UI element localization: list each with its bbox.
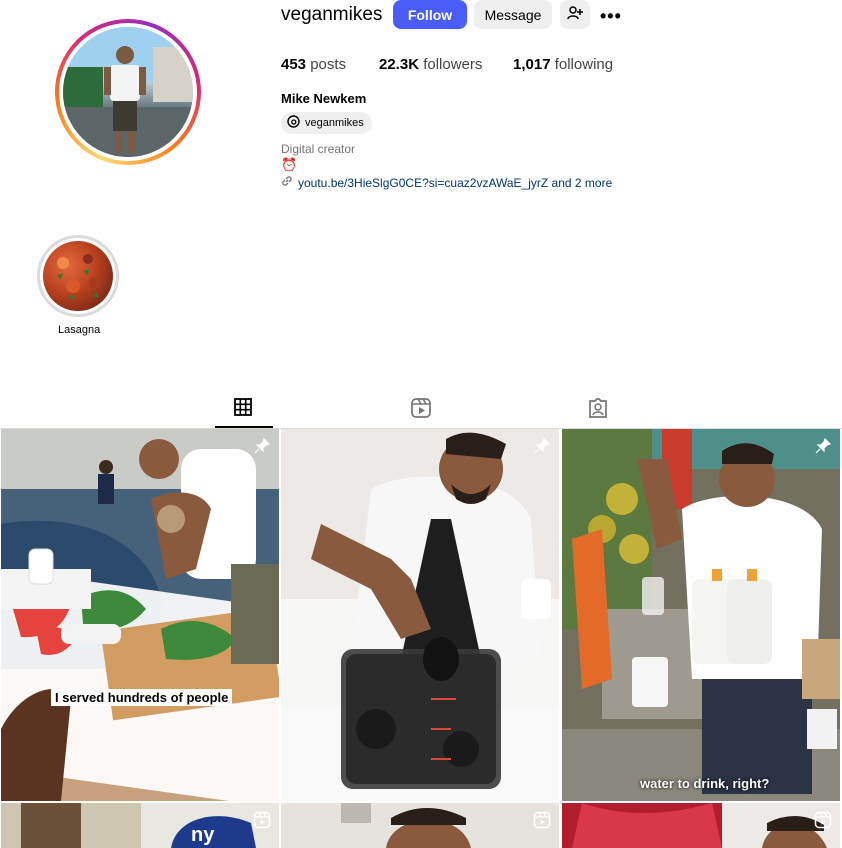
suggested-accounts-button[interactable] bbox=[560, 0, 590, 29]
highlight-label: Lasagna bbox=[58, 324, 101, 336]
pin-icon bbox=[253, 437, 271, 455]
grid-icon bbox=[233, 398, 253, 421]
link-text: youtu.be/3HieSlgG0CE?si=cuaz2vzAWaE_jyrZ… bbox=[298, 175, 613, 190]
active-tab-indicator bbox=[215, 426, 273, 428]
follow-button[interactable]: Follow bbox=[393, 0, 467, 29]
pin-icon bbox=[814, 437, 832, 455]
post-caption: I served hundreds of people bbox=[51, 689, 233, 706]
more-options-icon[interactable]: ••• bbox=[600, 6, 622, 27]
reels-icon bbox=[410, 398, 432, 423]
bio-link[interactable]: youtu.be/3HieSlgG0CE?si=cuaz2vzAWaE_jyrZ… bbox=[281, 175, 612, 190]
post-tile[interactable] bbox=[562, 803, 840, 848]
post-caption: water to drink, right? bbox=[640, 776, 770, 791]
post-tile[interactable]: ny bbox=[1, 803, 279, 848]
posts-stat: 453 posts bbox=[281, 56, 347, 73]
message-button[interactable]: Message bbox=[474, 0, 552, 29]
post-tile[interactable] bbox=[281, 429, 559, 801]
pin-icon bbox=[533, 437, 551, 455]
category-label: Digital creator bbox=[281, 142, 356, 156]
svg-text:ny: ny bbox=[191, 824, 215, 846]
reel-icon bbox=[533, 811, 551, 829]
posts-tab[interactable] bbox=[233, 397, 255, 419]
full-name: Mike Newkem bbox=[281, 91, 367, 106]
reel-icon bbox=[814, 811, 832, 829]
avatar[interactable] bbox=[63, 27, 193, 157]
tagged-tab[interactable] bbox=[587, 397, 609, 419]
followers-stat[interactable]: 22.3K followers bbox=[379, 56, 482, 73]
bio-emoji: ⏰ bbox=[281, 157, 298, 172]
reels-tab[interactable] bbox=[410, 397, 432, 419]
post-tile[interactable]: water to drink, right? bbox=[562, 429, 840, 801]
add-person-icon bbox=[567, 6, 583, 23]
reel-icon bbox=[253, 811, 271, 829]
post-tile[interactable]: I served hundreds of people bbox=[1, 429, 279, 801]
username: veganmikes bbox=[281, 4, 383, 25]
link-icon bbox=[281, 175, 293, 190]
tagged-icon bbox=[587, 398, 609, 423]
post-tile[interactable] bbox=[281, 803, 559, 848]
threads-handle: veganmikes bbox=[305, 117, 364, 129]
threads-icon bbox=[287, 115, 300, 131]
threads-badge[interactable]: veganmikes bbox=[281, 112, 372, 134]
highlight-cover[interactable] bbox=[43, 241, 113, 311]
following-stat[interactable]: 1,017 following bbox=[513, 56, 613, 73]
